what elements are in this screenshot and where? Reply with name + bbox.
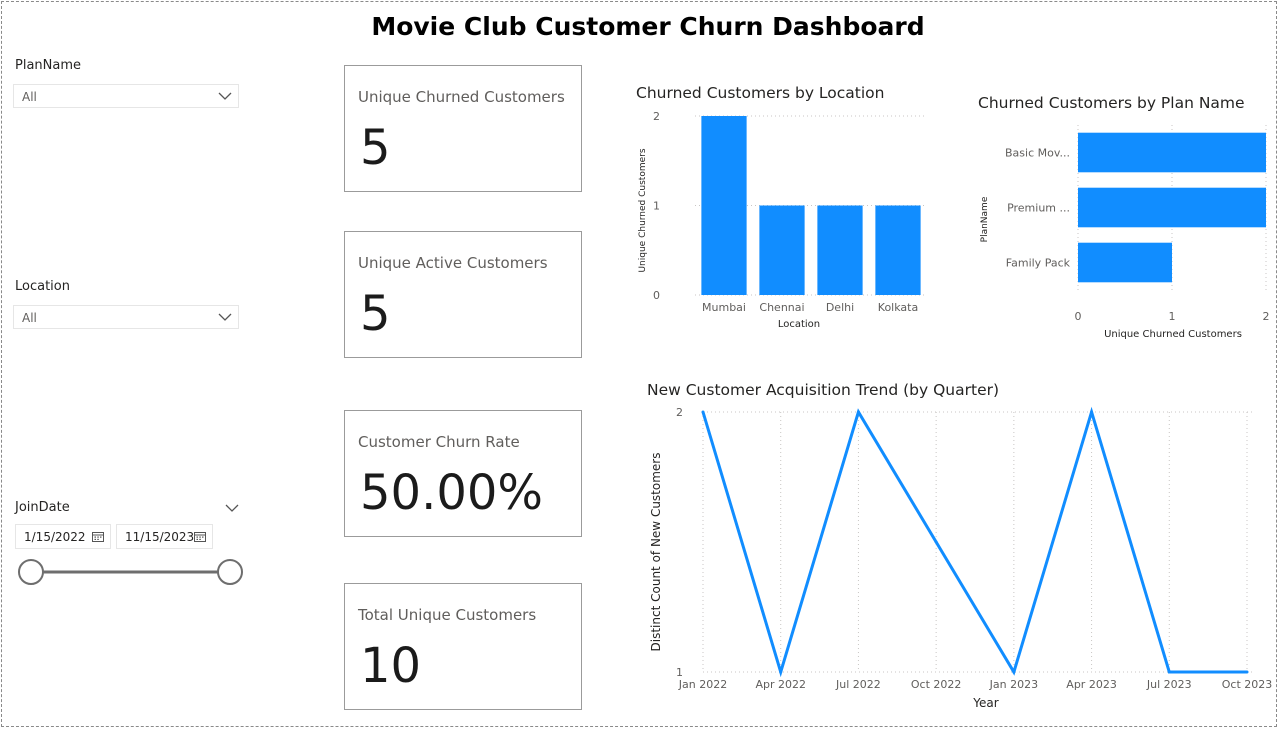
bar (817, 205, 863, 295)
planname-dropdown-value: All (22, 90, 37, 104)
joindate-slicer-label: JoinDate (15, 500, 70, 515)
x-axis-title: Unique Churned Customers (1104, 329, 1242, 340)
bar (875, 205, 921, 295)
card-value: 10 (360, 638, 422, 694)
data-point (1090, 410, 1094, 414)
data-point (934, 540, 938, 544)
calendar-icon[interactable] (194, 531, 206, 542)
x-tick-label: Apr 2022 (755, 678, 806, 691)
joindate-range-slider[interactable] (15, 556, 247, 588)
card-churn-rate: Customer Churn Rate 50.00% (344, 410, 582, 537)
y-axis-title: Unique Churned Customers (638, 148, 648, 272)
calendar-icon[interactable] (92, 531, 104, 542)
y-tick-label: Family Pack (1006, 257, 1071, 270)
x-tick-label: Jan 2023 (989, 678, 1038, 691)
x-tick-label: 2 (1263, 310, 1270, 323)
card-unique-active: Unique Active Customers 5 (344, 231, 582, 358)
location-chart-title: Churned Customers by Location (636, 84, 885, 102)
data-point (1012, 670, 1016, 674)
bar (759, 205, 805, 295)
card-label: Customer Churn Rate (358, 433, 520, 451)
location-slicer-label: Location (15, 279, 70, 294)
x-tick-label: Oct 2022 (911, 678, 962, 691)
x-tick-label: 0 (1075, 310, 1082, 323)
slider-end-handle[interactable] (217, 559, 243, 585)
y-tick-label: 2 (653, 110, 660, 123)
x-tick-label: Delhi (826, 301, 854, 314)
y-tick-label: 2 (676, 406, 683, 419)
card-value: 5 (360, 120, 391, 176)
acquisition-line-chart: 12Jan 2022 Apr 2022 Jul 2022 Oct 2022 Jan 20… (649, 406, 1273, 710)
joindate-end-field[interactable]: 11/15/2023 (116, 524, 213, 549)
planname-dropdown[interactable]: All (13, 84, 239, 108)
bar (1078, 187, 1266, 228)
x-axis-title: Location (778, 319, 820, 330)
chevron-down-icon[interactable] (225, 503, 239, 513)
location-bar-chart: 0 1 2 Mumbai Chennai Delhi Kolkata Location Uniq… (638, 110, 927, 330)
x-tick-label: Chennai (759, 301, 804, 314)
series-line (701, 406, 1247, 678)
y-axis-title: PlanName (980, 196, 990, 242)
location-dropdown-value: All (22, 311, 37, 325)
data-point (701, 410, 705, 414)
data-point (1245, 670, 1249, 674)
card-total-unique: Total Unique Customers 10 (344, 583, 582, 710)
x-tick-label: 1 (1169, 310, 1176, 323)
chevron-down-icon (218, 313, 232, 321)
bar (1078, 242, 1172, 283)
y-axis-title: Distinct Count of New Customers (649, 453, 663, 652)
trend-chart-title: New Customer Acquisition Trend (by Quart… (647, 381, 1000, 399)
bar (701, 116, 747, 295)
joindate-end-value: 11/15/2023 (125, 530, 195, 544)
x-tick-label: Oct 2023 (1222, 678, 1273, 691)
x-tick-label: Kolkata (878, 301, 918, 314)
y-tick-label: 1 (653, 200, 660, 213)
bar (1078, 132, 1266, 173)
joindate-start-value: 1/15/2022 (24, 530, 86, 544)
x-tick-label: Mumbai (702, 301, 746, 314)
plan-chart-title: Churned Customers by Plan Name (978, 94, 1245, 112)
y-tick-label: Basic Mov... (1005, 147, 1070, 160)
card-value: 5 (360, 286, 391, 342)
card-unique-churned: Unique Churned Customers 5 (344, 65, 582, 192)
x-tick-label: Apr 2023 (1066, 678, 1117, 691)
data-point (856, 410, 860, 414)
x-axis-title: Year (972, 696, 998, 710)
card-label: Unique Churned Customers (358, 88, 565, 106)
plan-bar-chart: 0 1 2 Basic Mov... Premium ... Family Pack Uni… (980, 125, 1270, 340)
data-point (779, 670, 783, 674)
joindate-start-field[interactable]: 1/15/2022 (15, 524, 111, 549)
x-tick-label: Jul 2022 (835, 678, 881, 691)
data-point (1167, 670, 1171, 674)
location-dropdown[interactable]: All (13, 305, 239, 329)
dashboard-title: Movie Club Customer Churn Dashboard (371, 12, 925, 41)
planname-slicer-label: PlanName (15, 58, 82, 73)
slider-start-handle[interactable] (18, 559, 44, 585)
y-tick-label: 0 (653, 289, 660, 302)
y-tick-label: Premium ... (1007, 202, 1070, 215)
card-label: Unique Active Customers (358, 254, 548, 272)
x-tick-label: Jul 2023 (1146, 678, 1192, 691)
x-tick-label: Jan 2022 (678, 678, 727, 691)
chevron-down-icon (218, 92, 232, 100)
card-value: 50.00% (360, 465, 544, 521)
card-label: Total Unique Customers (358, 606, 537, 624)
